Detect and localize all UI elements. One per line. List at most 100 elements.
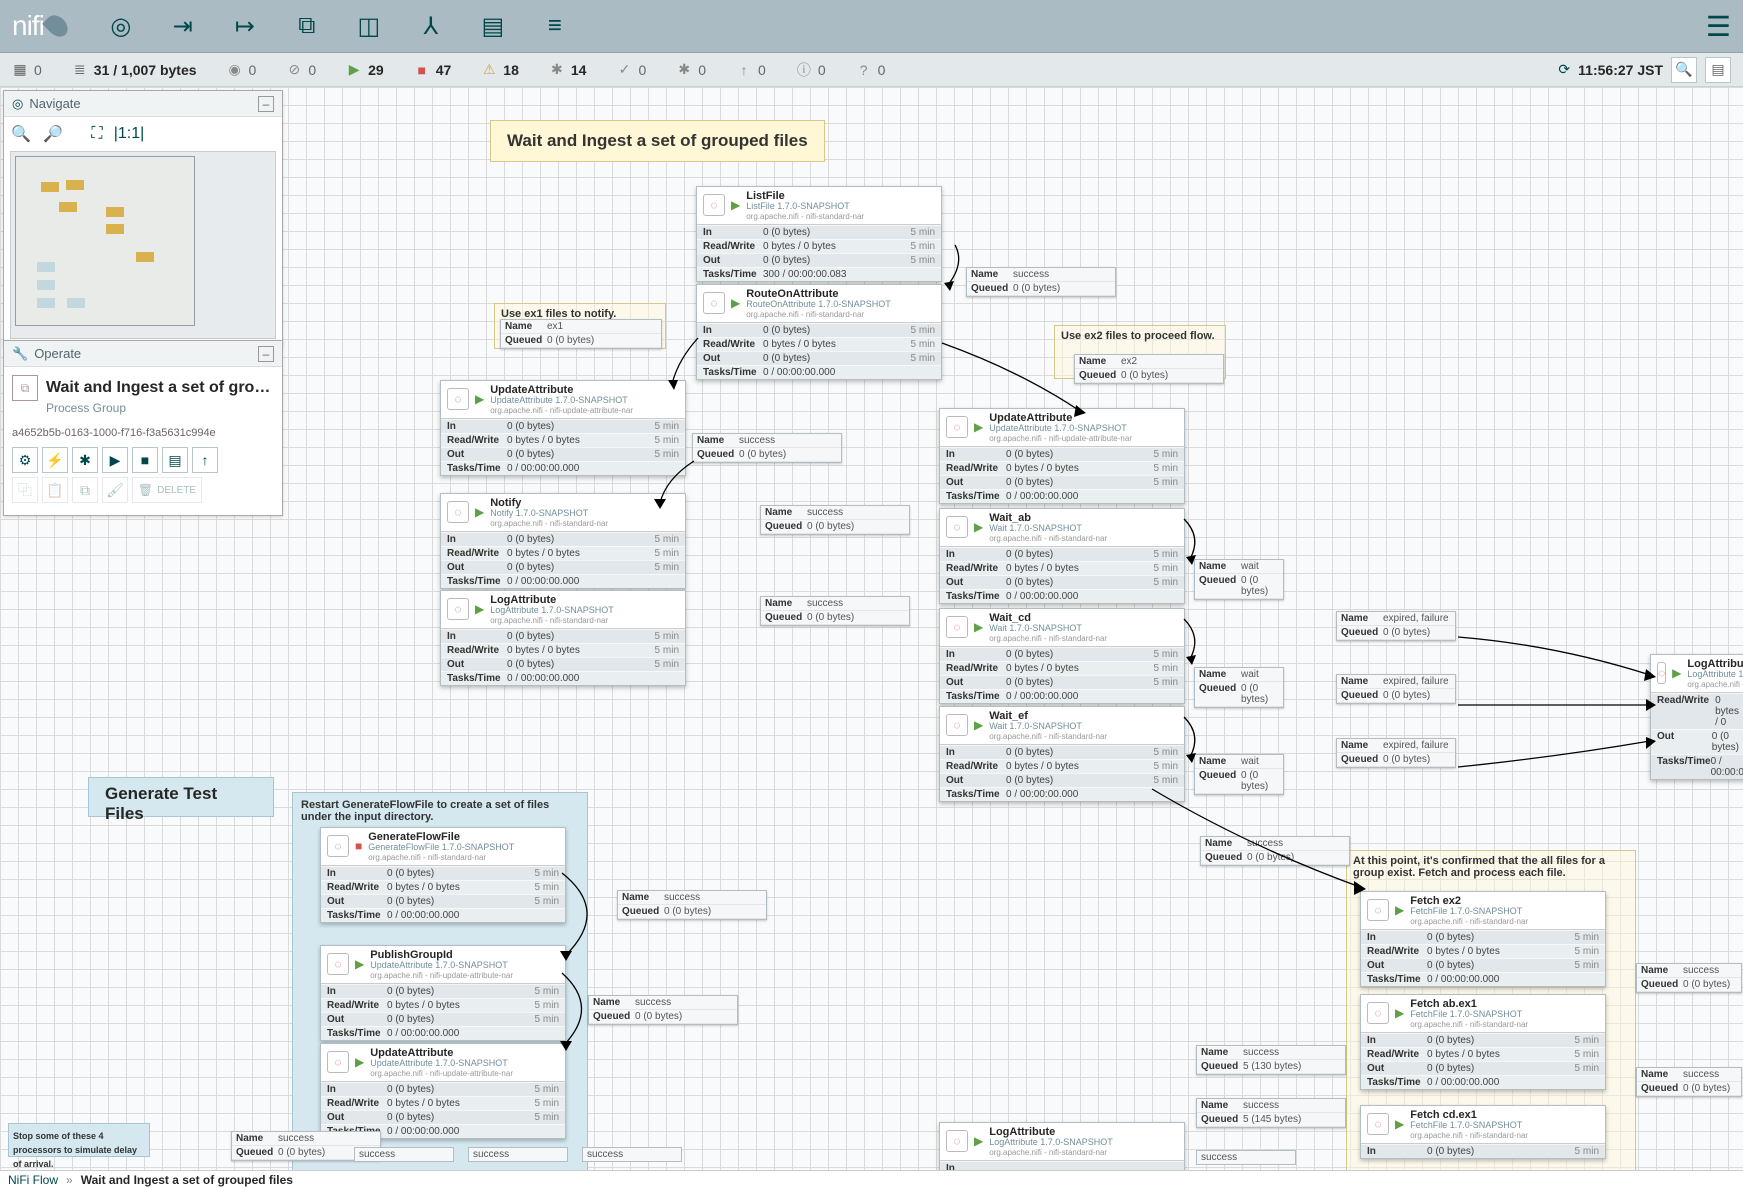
- processor-fetch-ab[interactable]: ◌▶Fetch ab.ex1FetchFile 1.7.0-SNAPSHOTor…: [1360, 994, 1606, 1090]
- label-wait-ingest[interactable]: Wait and Ingest a set of grouped files: [490, 120, 825, 162]
- operate-panel: 🔧 Operate – ⧉ Wait and Ingest a set of g…: [3, 340, 283, 516]
- add-label-icon[interactable]: ≡: [540, 11, 570, 41]
- process-group-icon: ⧉: [12, 375, 38, 401]
- navigate-panel: ◎ Navigate – 🔍 🔎 ⛶ |1:1|: [3, 90, 283, 346]
- stale-icon: ↑: [736, 62, 752, 78]
- conn-route-ex2[interactable]: Nameex2Queued0 (0 bytes): [1074, 354, 1224, 384]
- status-queue: ≣31 / 1,007 bytes: [72, 62, 197, 78]
- status-syncfail: ⓘ0: [796, 62, 826, 78]
- conn-route-ex1[interactable]: Nameex1Queued0 (0 bytes): [500, 319, 662, 349]
- status-disabled: ✱14: [549, 62, 587, 78]
- color-button: 🖌: [102, 477, 128, 503]
- upload-template-button[interactable]: ↑: [192, 447, 218, 473]
- conn-waitef-exp[interactable]: Nameexpired, failureQueued0 (0 bytes): [1336, 738, 1456, 768]
- add-processor-icon[interactable]: ◎: [106, 11, 136, 41]
- conn-pub-upd3[interactable]: NamesuccessQueued0 (0 bytes): [588, 995, 738, 1025]
- processor-generateflowfile[interactable]: ◌■GenerateFlowFileGenerateFlowFile 1.7.0…: [320, 827, 566, 923]
- breadcrumb-root[interactable]: NiFi Flow: [8, 1173, 58, 1187]
- search-button[interactable]: 🔍: [1671, 57, 1697, 83]
- template-button[interactable]: ▤: [162, 447, 188, 473]
- add-template-icon[interactable]: ▤: [478, 11, 508, 41]
- conn-waitcd-exp[interactable]: Nameexpired, failureQueued0 (0 bytes): [1336, 674, 1456, 704]
- syncfail-icon: ⓘ: [796, 62, 812, 78]
- processor-listfile[interactable]: ◌▶ListFileListFile 1.7.0-SNAPSHOTorg.apa…: [696, 186, 942, 282]
- operate-uuid: a4652b5b-0163-1000-f716-f3a5631c994e: [12, 427, 274, 439]
- processor-notify[interactable]: ◌▶NotifyNotify 1.7.0-SNAPSHOTorg.apache.…: [440, 493, 686, 589]
- add-remote-group-icon[interactable]: ◫: [354, 11, 384, 41]
- conn-fetch-succ3[interactable]: success: [1196, 1150, 1296, 1165]
- processor-wait-cd[interactable]: ◌▶Wait_cdWait 1.7.0-SNAPSHOTorg.apache.n…: [939, 608, 1185, 704]
- operate-group-name: Wait and Ingest a set of grouped …: [46, 379, 274, 397]
- queue-icon: ≣: [72, 62, 88, 78]
- nifi-logo: nifi: [12, 10, 66, 42]
- configure-button[interactable]: ⚙: [12, 447, 38, 473]
- conn-fetchab-succ[interactable]: NamesuccessQueued0 (0 bytes): [1636, 1067, 1742, 1097]
- zoom-fit-button[interactable]: ⛶: [86, 123, 108, 145]
- operate-collapse-button[interactable]: –: [258, 346, 274, 362]
- processor-logattribute-3[interactable]: ◌▶LogAttributeLogAttribute 1.7.0-SNAPSHO…: [939, 1122, 1185, 1170]
- conn-waitcd-self[interactable]: NamewaitQueued0 (0 bytes): [1194, 667, 1284, 708]
- enable-button[interactable]: ⚡: [42, 447, 68, 473]
- invalid-icon: ⚠: [481, 62, 497, 78]
- add-process-group-icon[interactable]: ⧉: [292, 11, 322, 41]
- navigate-collapse-button[interactable]: –: [258, 96, 274, 112]
- conn-succ2[interactable]: success: [354, 1147, 454, 1162]
- conn-waitab-exp[interactable]: Nameexpired, failureQueued0 (0 bytes): [1336, 611, 1456, 641]
- global-menu-icon[interactable]: ☰: [1706, 10, 1731, 43]
- transmitting-icon: ◉: [227, 62, 243, 78]
- conn-succ3[interactable]: success: [468, 1147, 568, 1162]
- conn-notify-index[interactable]: NamesuccessQueued0 (0 bytes): [760, 505, 910, 535]
- processor-updateattribute-2[interactable]: ◌▶UpdateAttributeUpdateAttribute 1.7.0-S…: [939, 408, 1185, 504]
- processor-publishgroupid[interactable]: ◌▶PublishGroupIdUpdateAttribute 1.7.0-SN…: [320, 945, 566, 1041]
- zoom-actual-button[interactable]: |1:1|: [118, 123, 140, 145]
- breadcrumb-current: Wait and Ingest a set of grouped files: [81, 1173, 293, 1187]
- bulletin-button[interactable]: ▤: [1705, 57, 1731, 83]
- add-output-port-icon[interactable]: ↦: [230, 11, 260, 41]
- label-use-ex2: Use ex2 files to proceed flow.: [1055, 326, 1225, 346]
- wrench-icon: 🔧: [12, 346, 28, 362]
- status-threads: ▦0: [12, 62, 42, 78]
- paste-button: 📋: [42, 477, 68, 503]
- conn-notify-log[interactable]: NamesuccessQueued0 (0 bytes): [760, 596, 910, 626]
- stop-button[interactable]: ■: [132, 447, 158, 473]
- copy-button: ⿻: [12, 477, 38, 503]
- processor-updateattribute-1[interactable]: ◌▶UpdateAttributeUpdateAttribute 1.7.0-S…: [440, 380, 686, 476]
- add-funnel-icon[interactable]: ⅄: [416, 11, 446, 41]
- label-stop-some[interactable]: Stop some of these 4 processors to simul…: [8, 1123, 150, 1157]
- disable-button[interactable]: ✱: [72, 447, 98, 473]
- label-generate-test-files[interactable]: Generate Test Files: [88, 777, 274, 817]
- processor-logattribute-2[interactable]: ◌▶LogAttributeLogAttribute 1org.apache.n…: [1650, 654, 1743, 780]
- not-transmitting-icon: ⊘: [286, 62, 302, 78]
- top-toolbar: nifi ◎ ⇥ ↦ ⧉ ◫ ⅄ ▤ ≡ ☰: [0, 0, 1743, 53]
- add-input-port-icon[interactable]: ⇥: [168, 11, 198, 41]
- birdseye-map[interactable]: [10, 151, 276, 339]
- status-invalid: ⚠18: [481, 62, 519, 78]
- zoom-in-button[interactable]: 🔍: [10, 123, 32, 145]
- zoom-out-button[interactable]: 🔎: [42, 123, 64, 145]
- flow-canvas[interactable]: ◎ Navigate – 🔍 🔎 ⛶ |1:1|: [0, 87, 1743, 1170]
- conn-waitef-succ[interactable]: NamesuccessQueued0 (0 bytes): [1200, 836, 1350, 866]
- processor-fetch-cd[interactable]: ◌▶Fetch cd.ex1FetchFile 1.7.0-SNAPSHOTor…: [1360, 1105, 1606, 1159]
- conn-waitab-self[interactable]: NamewaitQueued0 (0 bytes): [1194, 559, 1284, 600]
- status-stale: ↑0: [736, 62, 766, 78]
- processor-logattribute-1[interactable]: ◌▶LogAttributeLogAttribute 1.7.0-SNAPSHO…: [440, 590, 686, 686]
- conn-listfile-route[interactable]: NamesuccessQueued0 (0 bytes): [966, 267, 1116, 297]
- processor-updateattribute-3[interactable]: ◌▶UpdateAttributeUpdateAttribute 1.7.0-S…: [320, 1043, 566, 1139]
- stopped-icon: ■: [414, 62, 430, 78]
- component-toolbar: ◎ ⇥ ↦ ⧉ ◫ ⅄ ▤ ≡: [106, 11, 570, 41]
- conn-5-130[interactable]: NamesuccessQueued5 (130 bytes): [1196, 1045, 1346, 1075]
- conn-upd1-notify[interactable]: NamesuccessQueued0 (0 bytes): [692, 433, 842, 463]
- start-button[interactable]: ▶: [102, 447, 128, 473]
- conn-succ4[interactable]: success: [582, 1147, 682, 1162]
- refresh-icon[interactable]: ⟳: [1558, 61, 1570, 78]
- conn-5-145[interactable]: NamesuccessQueued5 (145 bytes): [1196, 1098, 1346, 1128]
- processor-wait-ef[interactable]: ◌▶Wait_efWait 1.7.0-SNAPSHOTorg.apache.n…: [939, 706, 1185, 802]
- conn-gen-pub[interactable]: NamesuccessQueued0 (0 bytes): [617, 890, 767, 920]
- conn-waitef-self[interactable]: NamewaitQueued0 (0 bytes): [1194, 754, 1284, 795]
- last-refresh-time: 11:56:27 JST: [1578, 62, 1663, 78]
- processor-wait-ab[interactable]: ◌▶Wait_abWait 1.7.0-SNAPSHOTorg.apache.n…: [939, 508, 1185, 604]
- processor-routeonattribute[interactable]: ◌▶RouteOnAttributeRouteOnAttribute 1.7.0…: [696, 284, 942, 380]
- processor-fetch-ex2[interactable]: ◌▶Fetch ex2FetchFile 1.7.0-SNAPSHOTorg.a…: [1360, 891, 1606, 987]
- conn-fetchex2-succ[interactable]: NamesuccessQueued0 (0 bytes): [1636, 963, 1742, 993]
- unknown-icon: ?: [856, 62, 872, 78]
